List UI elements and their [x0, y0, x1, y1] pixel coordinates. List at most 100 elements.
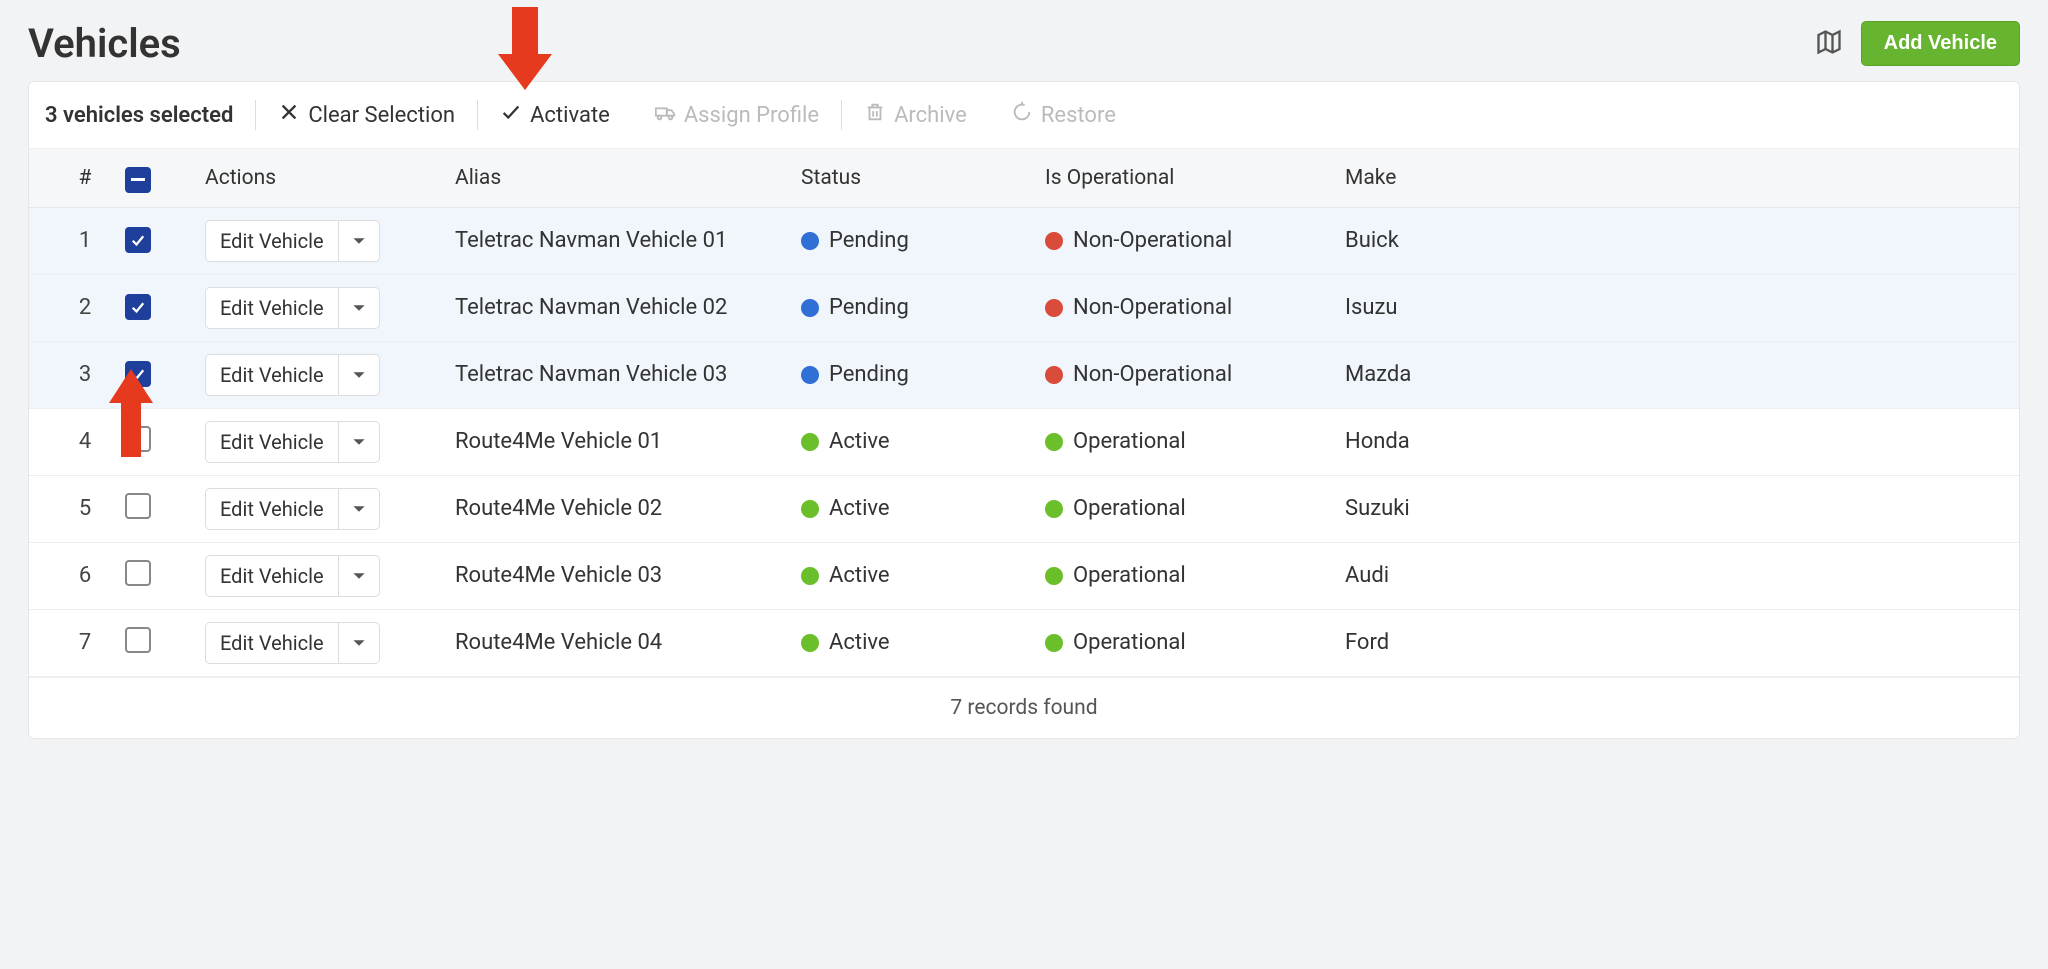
table-row: 1Edit VehicleTeletrac Navman Vehicle 01P… [29, 208, 2019, 275]
operational-text: Operational [1073, 630, 1186, 655]
operational-dot-icon [1045, 500, 1063, 518]
status-dot-icon [801, 567, 819, 585]
operational-cell: Non-Operational [1045, 362, 1345, 387]
status-text: Active [829, 563, 890, 588]
alias-cell: Teletrac Navman Vehicle 02 [455, 295, 801, 320]
status-text: Active [829, 429, 890, 454]
row-number: 3 [45, 362, 125, 387]
row-checkbox[interactable] [125, 426, 151, 452]
operational-text: Operational [1073, 429, 1186, 454]
operational-cell: Operational [1045, 563, 1345, 588]
edit-vehicle-label[interactable]: Edit Vehicle [206, 221, 339, 261]
edit-vehicle-button[interactable]: Edit Vehicle [205, 354, 380, 396]
edit-vehicle-label[interactable]: Edit Vehicle [206, 623, 339, 663]
edit-vehicle-label[interactable]: Edit Vehicle [206, 288, 339, 328]
edit-vehicle-caret[interactable] [339, 288, 379, 328]
operational-dot-icon [1045, 433, 1063, 451]
operational-dot-icon [1045, 232, 1063, 250]
col-alias: Alias [455, 166, 801, 190]
col-make: Make [1345, 166, 1565, 190]
edit-vehicle-button[interactable]: Edit Vehicle [205, 220, 380, 262]
make-cell: Audi [1345, 563, 1565, 588]
select-all-checkbox[interactable] [125, 167, 151, 193]
operational-text: Operational [1073, 496, 1186, 521]
edit-vehicle-button[interactable]: Edit Vehicle [205, 555, 380, 597]
edit-vehicle-label[interactable]: Edit Vehicle [206, 556, 339, 596]
selected-count: 3 vehicles selected [45, 103, 255, 128]
edit-vehicle-caret[interactable] [339, 221, 379, 261]
row-checkbox[interactable] [125, 294, 151, 320]
add-vehicle-button[interactable]: Add Vehicle [1861, 21, 2020, 66]
activate-label: Activate [530, 103, 610, 128]
row-checkbox[interactable] [125, 361, 151, 387]
status-cell: Active [801, 496, 1045, 521]
edit-vehicle-label[interactable]: Edit Vehicle [206, 489, 339, 529]
edit-vehicle-label[interactable]: Edit Vehicle [206, 422, 339, 462]
make-cell: Ford [1345, 630, 1565, 655]
alias-cell: Teletrac Navman Vehicle 03 [455, 362, 801, 387]
trash-icon [864, 101, 886, 129]
status-text: Pending [829, 228, 909, 253]
operational-dot-icon [1045, 366, 1063, 384]
status-text: Active [829, 630, 890, 655]
edit-vehicle-button[interactable]: Edit Vehicle [205, 421, 380, 463]
make-cell: Suzuki [1345, 496, 1565, 521]
status-cell: Active [801, 429, 1045, 454]
edit-vehicle-caret[interactable] [339, 355, 379, 395]
row-checkbox[interactable] [125, 493, 151, 519]
assign-profile-label: Assign Profile [684, 103, 819, 128]
row-checkbox[interactable] [125, 227, 151, 253]
make-cell: Buick [1345, 228, 1565, 253]
archive-button[interactable]: Archive [842, 101, 989, 129]
restore-button[interactable]: Restore [989, 101, 1138, 129]
activate-button[interactable]: Activate [478, 101, 632, 129]
status-cell: Pending [801, 295, 1045, 320]
status-text: Pending [829, 362, 909, 387]
table-row: 4 Edit Vehicle Route4Me Vehicle 01 Active Op… [29, 409, 2019, 476]
map-icon[interactable] [1815, 28, 1843, 60]
edit-vehicle-caret[interactable] [339, 489, 379, 529]
row-number: 4 [45, 429, 125, 454]
table-header: # Actions Alias Status Is Operational Ma… [29, 149, 2019, 208]
edit-vehicle-caret[interactable] [339, 556, 379, 596]
alias-cell: Route4Me Vehicle 01 [455, 429, 801, 454]
edit-vehicle-button[interactable]: Edit Vehicle [205, 622, 380, 664]
col-actions: Actions [205, 166, 455, 190]
close-icon [278, 101, 300, 129]
table-row: 2 Edit Vehicle Teletrac Navman Vehicle 02 P… [29, 275, 2019, 342]
operational-text: Non-Operational [1073, 362, 1232, 387]
col-status: Status [801, 166, 1045, 190]
clear-selection-button[interactable]: Clear Selection [256, 101, 477, 129]
edit-vehicle-caret[interactable] [339, 422, 379, 462]
edit-vehicle-label[interactable]: Edit Vehicle [206, 355, 339, 395]
edit-vehicle-button[interactable]: Edit Vehicle [205, 287, 380, 329]
make-cell: Mazda [1345, 362, 1565, 387]
table-row: 5Edit VehicleRoute4Me Vehicle 02ActiveOp… [29, 476, 2019, 543]
status-text: Pending [829, 295, 909, 320]
row-number: 1 [45, 228, 125, 253]
row-number: 6 [45, 563, 125, 588]
operational-cell: Operational [1045, 496, 1345, 521]
truck-icon [654, 101, 676, 129]
row-number: 5 [45, 496, 125, 521]
edit-vehicle-caret[interactable] [339, 623, 379, 663]
status-text: Active [829, 496, 890, 521]
assign-profile-button[interactable]: Assign Profile [632, 101, 841, 129]
col-num: # [45, 166, 125, 190]
edit-vehicle-button[interactable]: Edit Vehicle [205, 488, 380, 530]
operational-text: Non-Operational [1073, 228, 1232, 253]
status-dot-icon [801, 299, 819, 317]
operational-cell: Non-Operational [1045, 295, 1345, 320]
records-found: 7 records found [29, 677, 2019, 738]
col-operational: Is Operational [1045, 166, 1345, 190]
row-checkbox[interactable] [125, 627, 151, 653]
status-cell: Pending [801, 228, 1045, 253]
row-checkbox[interactable] [125, 560, 151, 586]
operational-dot-icon [1045, 634, 1063, 652]
operational-dot-icon [1045, 567, 1063, 585]
operational-cell: Non-Operational [1045, 228, 1345, 253]
row-number: 2 [45, 295, 125, 320]
operational-text: Non-Operational [1073, 295, 1232, 320]
table-row: 7Edit VehicleRoute4Me Vehicle 04ActiveOp… [29, 610, 2019, 677]
table-row: 3 Edit Vehicle Teletrac Navman Vehicle 03 P… [29, 342, 2019, 409]
